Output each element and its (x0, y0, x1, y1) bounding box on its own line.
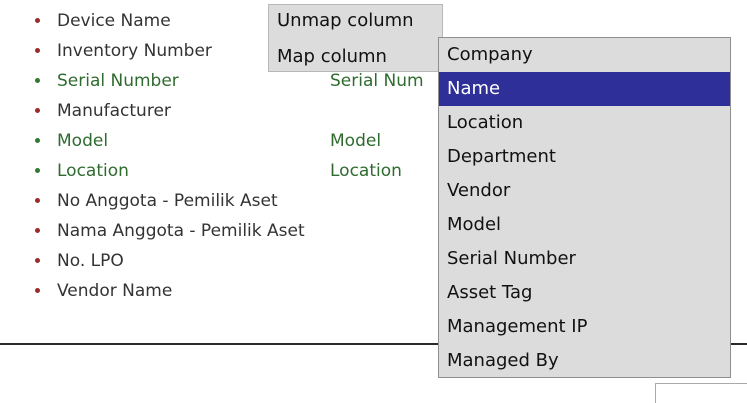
submenu-item-managed-by[interactable]: Managed By (439, 344, 730, 378)
submenu-item-location[interactable]: Location (439, 106, 730, 140)
field-row-no-lpo: No. LPO (0, 246, 460, 276)
submenu-item-management-ip[interactable]: Management IP (439, 310, 730, 344)
field-name: No. LPO (57, 251, 124, 271)
field-name: Location (57, 161, 129, 181)
partial-button-edge[interactable] (655, 383, 747, 403)
submenu-item-department[interactable]: Department (439, 140, 730, 174)
field-name: No Anggota - Pemilik Aset (57, 191, 278, 211)
unmapped-bullet (35, 258, 40, 263)
field-row-no-anggota: No Anggota - Pemilik Aset (0, 186, 460, 216)
mapped-column-value: Location (330, 161, 402, 181)
map-column-submenu: Company Name Location Department Vendor … (438, 37, 731, 378)
submenu-item-name[interactable]: Name (439, 72, 730, 106)
field-row-manufacturer: Manufacturer (0, 96, 460, 126)
field-row-vendor-name: Vendor Name (0, 276, 460, 306)
unmapped-bullet (35, 288, 40, 293)
map-column-menu-item[interactable]: Map column (277, 41, 387, 73)
submenu-item-company[interactable]: Company (439, 38, 730, 72)
unmapped-bullet (35, 228, 40, 233)
field-name: Inventory Number (57, 41, 212, 61)
field-name: Serial Number (57, 71, 179, 91)
field-name: Manufacturer (57, 101, 171, 121)
field-row-nama-anggota: Nama Anggota - Pemilik Aset (0, 216, 460, 246)
submenu-item-serial-number[interactable]: Serial Number (439, 242, 730, 276)
mapped-bullet (35, 168, 40, 173)
field-name: Nama Anggota - Pemilik Aset (57, 221, 305, 241)
mapped-bullet (35, 78, 40, 83)
field-name: Model (57, 131, 109, 151)
unmapped-bullet (35, 18, 40, 23)
field-row-model: Model Model (0, 126, 460, 156)
unmapped-bullet (35, 108, 40, 113)
unmap-column-menu-item[interactable]: Unmap column (277, 5, 414, 37)
submenu-item-vendor[interactable]: Vendor (439, 174, 730, 208)
field-row-location: Location Location (0, 156, 460, 186)
unmapped-bullet (35, 198, 40, 203)
field-name: Device Name (57, 11, 171, 31)
mapped-column-value: Model (330, 131, 382, 151)
submenu-item-model[interactable]: Model (439, 208, 730, 242)
unmapped-bullet (35, 48, 40, 53)
column-context-menu: Unmap column Map column (268, 4, 443, 72)
field-name: Vendor Name (57, 281, 173, 301)
mapped-bullet (35, 138, 40, 143)
submenu-item-asset-tag[interactable]: Asset Tag (439, 276, 730, 310)
